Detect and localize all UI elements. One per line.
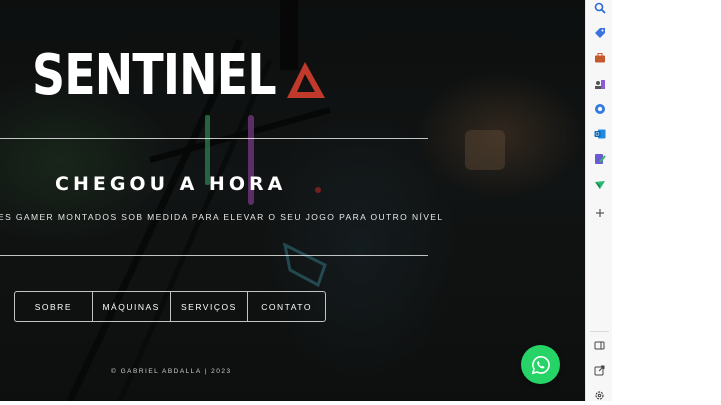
page-subheadline: ES GAMER MONTADOS SOB MEDIDA PARA ELEVAR…	[0, 212, 444, 222]
sidebar-settings[interactable]	[590, 386, 609, 405]
nav-sobre[interactable]: SOBRE	[15, 292, 93, 321]
plus-icon	[595, 208, 604, 217]
outlook-icon: O	[594, 129, 605, 138]
split-view-icon	[594, 341, 605, 350]
sidebar-m365[interactable]	[590, 99, 609, 118]
external-link-icon	[594, 365, 605, 376]
sidebar-add[interactable]	[590, 203, 609, 222]
sidebar-designer[interactable]	[590, 149, 609, 168]
sidebar-split-view[interactable]	[590, 336, 609, 355]
footer-copyright: © GABRIEL ABDALLA | 2023	[111, 368, 232, 375]
sidebar-separator	[590, 331, 609, 332]
m365-icon	[594, 103, 605, 114]
divider-bottom	[0, 255, 428, 256]
svg-text:O: O	[595, 132, 599, 138]
sidebar-games[interactable]	[590, 74, 609, 93]
tag-icon	[594, 27, 605, 38]
briefcase-icon	[594, 52, 605, 62]
nav-contato[interactable]: CONTATO	[248, 292, 325, 321]
sidebar-open-external[interactable]	[590, 361, 609, 380]
browser-sidebar: O	[585, 0, 613, 401]
nav-maquinas[interactable]: MÁQUINAS	[93, 292, 171, 321]
whatsapp-icon	[531, 355, 550, 374]
main-nav: SOBRE MÁQUINAS SERVIÇOS CONTATO	[14, 291, 326, 322]
divider-top	[0, 138, 428, 139]
send-icon	[594, 180, 605, 189]
whatsapp-button[interactable]	[521, 345, 560, 384]
designer-icon	[594, 153, 606, 164]
settings-icon	[595, 391, 604, 400]
sidebar-tools[interactable]	[590, 48, 609, 67]
sidebar-send[interactable]	[590, 175, 609, 194]
logo-triangle-icon	[287, 62, 326, 98]
page-headline: CHEGOU A HORA	[55, 173, 287, 195]
logo[interactable]: SENTINEL	[32, 48, 327, 104]
logo-text: SENTINEL	[32, 43, 277, 108]
sidebar-search[interactable]	[590, 0, 609, 17]
search-icon	[594, 2, 606, 14]
nav-servicos[interactable]: SERVIÇOS	[171, 292, 249, 321]
sidebar-outlook[interactable]: O	[590, 124, 609, 143]
chess-icon	[594, 79, 605, 89]
empty-area	[612, 0, 721, 401]
hero-section: SENTINEL CHEGOU A HORA ES GAMER MONTADOS…	[0, 0, 585, 401]
sidebar-shopping[interactable]	[590, 23, 609, 42]
